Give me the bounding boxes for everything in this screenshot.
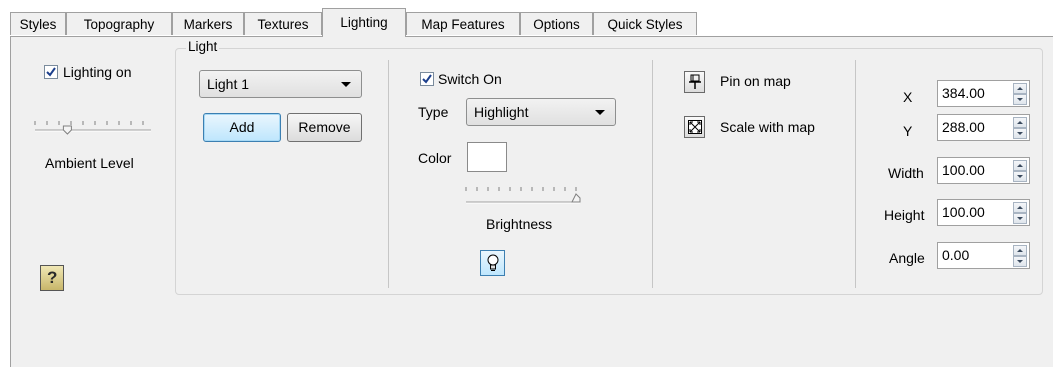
x-label: X	[903, 89, 913, 105]
scale-with-map-button[interactable]	[684, 116, 705, 138]
tab-markers[interactable]: Markers	[172, 12, 244, 35]
add-light-button[interactable]: Add	[203, 113, 281, 142]
tab-styles[interactable]: Styles	[10, 12, 66, 35]
lighting-on-checkbox[interactable]	[44, 65, 58, 79]
divider	[652, 60, 653, 288]
angle-spinner[interactable]: 0.00	[937, 242, 1030, 269]
spin-down-button[interactable]	[1013, 94, 1027, 105]
color-label: Color	[418, 150, 452, 166]
spin-down-button[interactable]	[1013, 256, 1027, 267]
spin-up-button[interactable]	[1013, 245, 1027, 256]
type-label: Type	[418, 104, 449, 120]
light-bulb-button[interactable]	[480, 250, 505, 276]
switch-on-checkbox[interactable]	[420, 72, 434, 86]
divider	[388, 60, 389, 288]
light-select[interactable]: Light 1	[199, 70, 362, 98]
y-label: Y	[903, 123, 913, 139]
chevron-down-icon	[595, 110, 605, 115]
light-group-title: Light	[186, 39, 220, 54]
angle-value: 0.00	[942, 247, 970, 263]
tab-quick-styles[interactable]: Quick Styles	[593, 12, 697, 35]
tab-options[interactable]: Options	[520, 12, 593, 35]
width-value: 100.00	[942, 162, 985, 178]
type-select-value: Highlight	[474, 104, 529, 120]
x-value: 384.00	[942, 85, 985, 101]
brightness-slider[interactable]	[464, 184, 584, 206]
brightness-thumb[interactable]	[571, 193, 581, 203]
light-bulb-icon	[487, 254, 499, 271]
brightness-label: Brightness	[486, 216, 553, 232]
height-spinner[interactable]: 100.00	[937, 199, 1030, 226]
spin-down-button[interactable]	[1013, 213, 1027, 224]
ambient-level-thumb[interactable]	[62, 125, 72, 135]
tab-textures[interactable]: Textures	[244, 12, 322, 35]
tab-map-features[interactable]: Map Features	[406, 12, 520, 35]
help-question-icon: ?	[47, 268, 58, 287]
spin-up-button[interactable]	[1013, 117, 1027, 128]
light-select-value: Light 1	[207, 76, 250, 92]
pin-on-map-label: Pin on map	[720, 73, 791, 89]
ambient-level-label: Ambient Level	[45, 155, 134, 171]
scale-icon	[688, 120, 702, 134]
remove-light-button[interactable]: Remove	[287, 113, 362, 142]
spin-up-button[interactable]	[1013, 202, 1027, 213]
spin-up-button[interactable]	[1013, 83, 1027, 94]
spin-down-button[interactable]	[1013, 171, 1027, 182]
tab-lighting[interactable]: Lighting	[322, 8, 406, 37]
switch-on-label: Switch On	[438, 71, 502, 87]
pin-icon	[689, 74, 701, 89]
tab-topography[interactable]: Topography	[66, 12, 172, 35]
height-value: 100.00	[942, 204, 985, 220]
y-spinner[interactable]: 288.00	[937, 114, 1030, 141]
spin-up-button[interactable]	[1013, 160, 1027, 171]
y-value: 288.00	[942, 119, 985, 135]
x-spinner[interactable]: 384.00	[937, 80, 1030, 107]
height-label: Height	[884, 207, 925, 223]
divider	[855, 60, 856, 288]
chevron-down-icon	[341, 82, 351, 87]
pin-on-map-button[interactable]	[684, 71, 705, 93]
type-select[interactable]: Highlight	[466, 98, 616, 126]
color-swatch[interactable]	[467, 142, 507, 172]
angle-label: Angle	[889, 250, 925, 266]
help-button[interactable]: ?	[40, 265, 64, 291]
ambient-level-slider[interactable]	[33, 118, 153, 140]
scale-with-map-label: Scale with map	[720, 119, 815, 135]
width-spinner[interactable]: 100.00	[937, 157, 1030, 184]
lighting-on-label: Lighting on	[63, 64, 132, 80]
width-label: Width	[888, 165, 924, 181]
spin-down-button[interactable]	[1013, 128, 1027, 139]
